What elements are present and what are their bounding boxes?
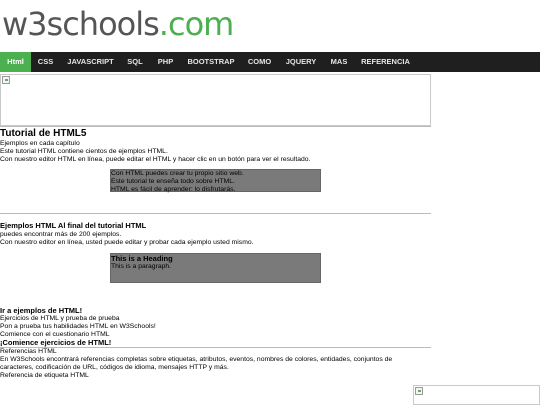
tag-reference-link[interactable]: Referencia de etiqueta HTML	[0, 372, 89, 380]
examples-line: puedes encontrar más de 200 ejemplos.	[0, 231, 122, 238]
tutorial-line: Este tutorial HTML contiene cientos de e…	[0, 148, 168, 155]
goto-line: Pon a prueba tus habilidades HTML en W3S…	[0, 323, 156, 330]
example-heading: This is a Heading	[111, 254, 173, 263]
examples-title: Ejemplos HTML Al final del tutorial HTML	[0, 221, 147, 230]
examples-line: Con nuestro editor en línea, usted puede…	[0, 239, 254, 246]
broken-image-icon	[2, 76, 10, 84]
nav-item-sql[interactable]: SQL	[121, 52, 149, 72]
example-line: Con HTML puedes crear tu propio sitio we…	[111, 170, 244, 177]
broken-image-icon	[415, 387, 423, 395]
nav-item-javascript[interactable]: JAVASCRIPT	[60, 52, 121, 72]
logo-suffix: .com	[158, 5, 235, 43]
goto-examples-link[interactable]: Ir a ejemplos de HTML!	[0, 306, 82, 315]
example-line: HTML es fácil de aprender: lo disfrutará…	[111, 186, 236, 193]
nav-item-bootstrap[interactable]: BOOTSTRAP	[182, 52, 240, 72]
divider	[0, 213, 431, 214]
banner-image[interactable]	[0, 74, 431, 126]
nav-item-mas[interactable]: MAS	[323, 52, 355, 72]
goto-line: Ejercicios de HTML y prueba de prueba	[0, 315, 120, 322]
divider	[0, 126, 431, 127]
exercises-link[interactable]: ¡Comience ejercicios de HTML!	[0, 338, 111, 347]
site-logo[interactable]: w3schools.com	[2, 4, 235, 44]
top-navbar: Html CSS JAVASCRIPT SQL PHP BOOTSTRAP CO…	[0, 52, 540, 72]
nav-item-como[interactable]: COMO	[240, 52, 279, 72]
nav-item-php[interactable]: PHP	[149, 52, 182, 72]
nav-item-jquery[interactable]: JQUERY	[279, 52, 323, 72]
divider	[0, 347, 431, 348]
tutorial-line: Ejemplos en cada capítulo	[0, 140, 80, 147]
tutorial-line: Con nuestro editor HTML en línea, puede …	[0, 156, 311, 163]
tutorial-title: Tutorial de HTML5	[0, 128, 87, 139]
nav-item-css[interactable]: CSS	[31, 52, 60, 72]
code-example-box: Con HTML puedes crear tu propio sitio we…	[110, 169, 321, 193]
references-line: En W3Schools encontrará referencias comp…	[0, 356, 393, 363]
logo-prefix: w3schools	[2, 5, 160, 43]
example-result-box: This is a Heading This is a paragraph.	[110, 253, 321, 283]
references-line: caracteres, codificación de URL, códigos…	[0, 364, 229, 371]
references-heading: Referencias HTML	[0, 348, 57, 355]
nav-item-html[interactable]: Html	[0, 52, 31, 72]
footer-image[interactable]	[413, 385, 540, 405]
example-line: Este tutorial te enseña todo sobre HTML.	[111, 178, 235, 185]
nav-item-referencia[interactable]: REFERENCIA	[355, 52, 416, 72]
example-paragraph: This is a paragraph.	[111, 263, 172, 270]
